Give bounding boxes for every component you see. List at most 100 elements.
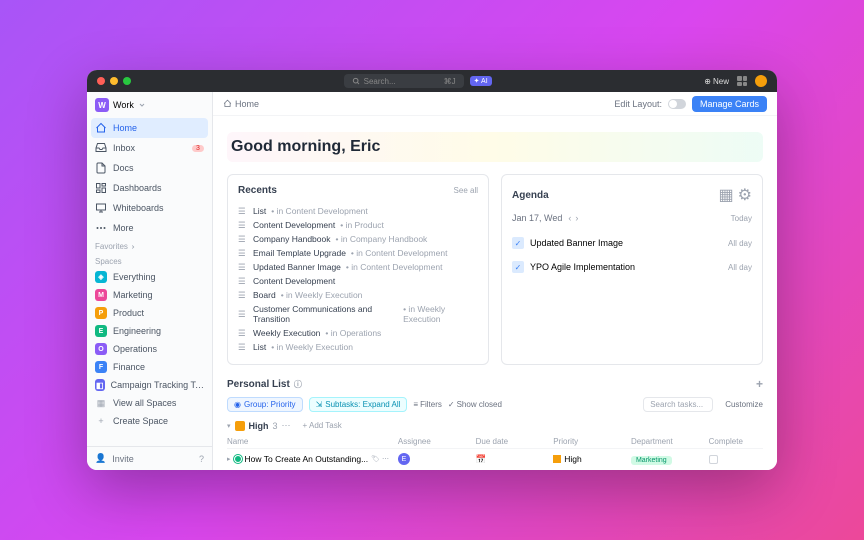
- next-day[interactable]: ›: [575, 213, 578, 223]
- user-avatar[interactable]: [755, 75, 767, 87]
- list-icon: ☰: [238, 234, 248, 244]
- nav-dashboards[interactable]: Dashboards: [87, 178, 212, 198]
- list-icon: ☰: [238, 248, 248, 258]
- invite-button[interactable]: Invite: [112, 454, 134, 464]
- topbar: Home Edit Layout: Manage Cards: [213, 92, 777, 116]
- inbox-badge: 3: [192, 145, 204, 152]
- calendar-icon[interactable]: 📅: [476, 454, 487, 464]
- ai-button[interactable]: ✦ AI: [470, 76, 492, 86]
- home-icon: [223, 99, 232, 108]
- docs-icon: [95, 162, 107, 174]
- marketing-avatar: M: [95, 289, 107, 301]
- space-product[interactable]: PProduct: [87, 304, 212, 322]
- recent-item[interactable]: ☰Content Development: [238, 274, 478, 288]
- assignee-avatar[interactable]: E: [398, 453, 410, 465]
- nav-more[interactable]: More: [87, 218, 212, 238]
- nav-home-label: Home: [113, 123, 137, 133]
- add-item-button[interactable]: +: [756, 377, 763, 391]
- minimize-window[interactable]: [110, 77, 118, 85]
- space-everything[interactable]: ◈Everything: [87, 268, 212, 286]
- agenda-settings-icon[interactable]: ⚙: [738, 185, 752, 205]
- product-avatar: P: [95, 307, 107, 319]
- see-all-link[interactable]: See all: [454, 186, 478, 195]
- collapse-icon: ▾: [227, 422, 231, 430]
- help-icon[interactable]: ?: [199, 454, 204, 464]
- titlebar: Search... ⌘J ✦ AI ⊕ New: [87, 70, 777, 92]
- personal-list-title: Personal List: [227, 379, 290, 390]
- operations-avatar: O: [95, 343, 107, 355]
- inbox-icon: [95, 142, 107, 154]
- task-icon: ✓: [512, 261, 524, 273]
- agenda-item[interactable]: ✓YPO Agile ImplementationAll day: [512, 255, 752, 279]
- recent-item[interactable]: ☰Email Template Upgrade • in Content Dev…: [238, 246, 478, 260]
- recent-item[interactable]: ☰List • in Content Development: [238, 204, 478, 218]
- breadcrumb[interactable]: Home: [223, 99, 259, 109]
- nav-whiteboards[interactable]: Whiteboards: [87, 198, 212, 218]
- recent-item[interactable]: ☰Company Handbook • in Company Handbook: [238, 232, 478, 246]
- sidebar: W Work Home Inbox 3 Docs Dashboards: [87, 92, 213, 470]
- agenda-item[interactable]: ✓Updated Banner ImageAll day: [512, 231, 752, 255]
- recent-item[interactable]: ☰Updated Banner Image • in Content Devel…: [238, 260, 478, 274]
- recent-item[interactable]: ☰Weekly Execution • in Operations: [238, 326, 478, 340]
- status-icon[interactable]: [234, 455, 242, 463]
- everything-icon: ◈: [95, 271, 107, 283]
- priority-group-high[interactable]: ▾ High 3 ⋯ + Add Task: [227, 420, 763, 431]
- workspace-avatar: W: [95, 98, 109, 112]
- task-row[interactable]: ▸ How To Create An Outstanding... 🏷 ⋯ E …: [227, 449, 763, 469]
- list-icon: ☰: [238, 262, 248, 272]
- list-icon: ☰: [238, 342, 248, 352]
- greeting: Good morning, Eric: [227, 132, 763, 162]
- manage-cards-button[interactable]: Manage Cards: [692, 96, 767, 112]
- main-content: Home Edit Layout: Manage Cards Good morn…: [213, 92, 777, 470]
- chevron-right-icon: [130, 244, 136, 250]
- sidebar-footer: 👤 Invite ?: [87, 446, 212, 470]
- dashboard-icon: [95, 182, 107, 194]
- workspace-switcher[interactable]: W Work: [87, 92, 212, 118]
- customize-button[interactable]: Customize: [725, 400, 763, 409]
- filters-button[interactable]: ≡ Filters: [413, 400, 441, 409]
- nav-docs[interactable]: Docs: [87, 158, 212, 178]
- today-button[interactable]: Today: [731, 214, 752, 223]
- view-all-spaces[interactable]: ▦View all Spaces: [87, 394, 212, 412]
- agenda-cal-icon[interactable]: ▦: [719, 185, 734, 205]
- priority-flag-icon: [553, 455, 561, 463]
- nav-inbox[interactable]: Inbox 3: [87, 138, 212, 158]
- task-search[interactable]: Search tasks...: [643, 397, 713, 412]
- nav-whiteboards-label: Whiteboards: [113, 203, 164, 213]
- add-task-button[interactable]: + Add Task: [303, 421, 342, 430]
- group-chip[interactable]: ◉ Group: Priority: [227, 397, 303, 412]
- global-search[interactable]: Search... ⌘J: [344, 74, 464, 88]
- more-icon: [95, 222, 107, 234]
- finance-avatar: F: [95, 361, 107, 373]
- list-icon: ☰: [238, 220, 248, 230]
- recent-item[interactable]: ☰List • in Weekly Execution: [238, 340, 478, 354]
- recent-item[interactable]: ☰Customer Communications and Transition …: [238, 302, 478, 326]
- maximize-window[interactable]: [123, 77, 131, 85]
- recent-item[interactable]: ☰Board • in Weekly Execution: [238, 288, 478, 302]
- show-closed-button[interactable]: ✓ Show closed: [448, 400, 502, 409]
- space-finance[interactable]: FFinance: [87, 358, 212, 376]
- complete-checkbox[interactable]: [709, 455, 718, 464]
- nav-home[interactable]: Home: [91, 118, 208, 138]
- new-button[interactable]: ⊕ New: [704, 77, 729, 86]
- space-operations[interactable]: OOperations: [87, 340, 212, 358]
- favorites-section[interactable]: Favorites: [87, 238, 212, 253]
- recent-item[interactable]: ☰Content Development • in Product: [238, 218, 478, 232]
- space-campaign[interactable]: ◧Campaign Tracking Template: [87, 376, 212, 394]
- search-placeholder: Search...: [364, 77, 396, 86]
- list-icon: ☰: [238, 328, 248, 338]
- list-icon: ☰: [238, 290, 248, 300]
- search-icon: [352, 77, 360, 85]
- recents-title: Recents: [238, 185, 277, 196]
- list-icon: ☰: [238, 206, 248, 216]
- space-marketing[interactable]: MMarketing: [87, 286, 212, 304]
- edit-layout-toggle[interactable]: [668, 99, 686, 109]
- info-icon[interactable]: ⓘ: [294, 379, 302, 390]
- nav-dashboards-label: Dashboards: [113, 183, 162, 193]
- subtasks-chip[interactable]: ⇲ Subtasks: Expand All: [309, 397, 408, 412]
- create-space[interactable]: +Create Space: [87, 412, 212, 430]
- close-window[interactable]: [97, 77, 105, 85]
- apps-icon[interactable]: [737, 76, 747, 86]
- prev-day[interactable]: ‹: [568, 213, 571, 223]
- space-engineering[interactable]: EEngineering: [87, 322, 212, 340]
